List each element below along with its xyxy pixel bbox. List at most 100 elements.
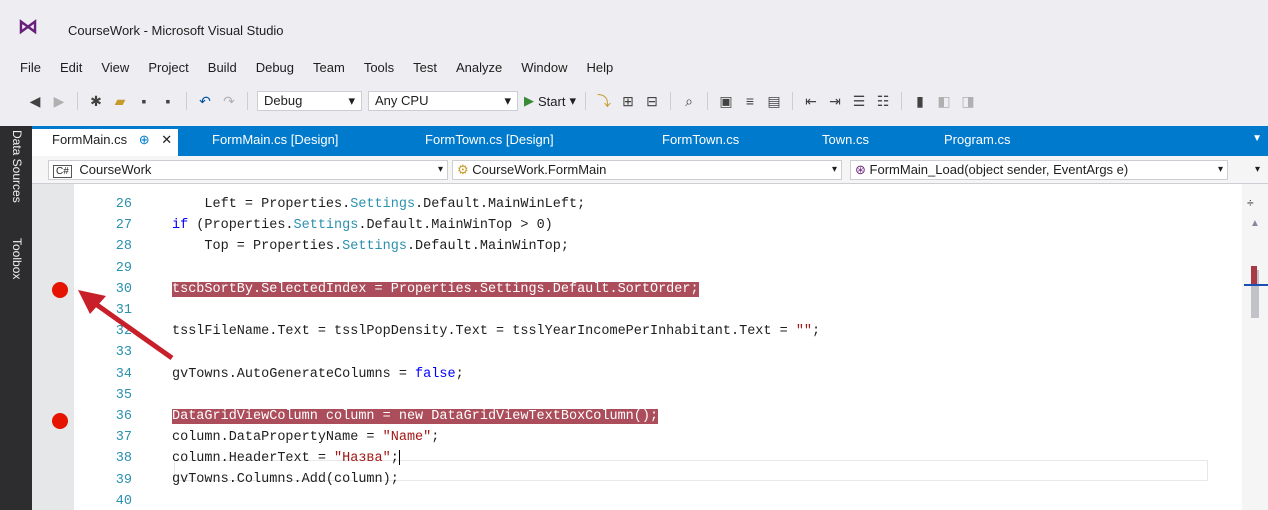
menu-help[interactable]: Help xyxy=(587,60,623,75)
code-line[interactable] xyxy=(172,491,820,510)
side-tool-tabs: Data Sources Toolbox xyxy=(0,126,32,510)
tab-overflow-icon[interactable]: ▼ xyxy=(1252,133,1262,144)
tab-formmain-cs[interactable]: FormMain.cs ⊕ ✕ xyxy=(32,129,179,156)
tab-town-cs[interactable]: Town.cs xyxy=(822,132,869,147)
indent-icon[interactable]: ⇥ xyxy=(826,92,844,110)
menu-window[interactable]: Window xyxy=(521,60,576,75)
play-icon: ▶ xyxy=(524,93,534,108)
code-line[interactable]: Top = Properties.Settings.Default.MainWi… xyxy=(172,236,820,257)
code-line[interactable] xyxy=(172,385,820,406)
close-icon[interactable]: ✕ xyxy=(161,132,172,147)
redo-icon[interactable]: ↷ xyxy=(220,92,238,110)
step-into-icon[interactable]: ⤵ xyxy=(595,92,613,110)
outdent-icon[interactable]: ⇤ xyxy=(802,92,820,110)
visual-studio-logo-icon: ⋈ xyxy=(18,16,38,38)
breakpoint-icon[interactable] xyxy=(52,413,68,429)
code-token: tsslFileName.Text = tsslPopDensity.Text … xyxy=(172,324,796,340)
code-line[interactable]: DataGridViewColumn column = new DataGrid… xyxy=(172,406,820,427)
line-number: 40 xyxy=(115,493,132,509)
tab-formtown-design[interactable]: FormTown.cs [Design] xyxy=(425,132,554,147)
toolbar-separator xyxy=(707,92,708,110)
comment-icon[interactable]: ☰ xyxy=(850,92,868,110)
toolbar-separator xyxy=(670,92,671,110)
tab-formtown-cs[interactable]: FormTown.cs xyxy=(662,132,739,147)
project-select[interactable]: C# CourseWork ▾ xyxy=(48,160,448,180)
navigate-icon[interactable]: ▣ xyxy=(717,92,735,110)
breakpoint-margin[interactable] xyxy=(32,184,74,510)
line-number: 34 xyxy=(115,366,132,382)
code-line[interactable]: gvTowns.Columns.Add(column); xyxy=(172,469,820,490)
code-line[interactable] xyxy=(172,258,820,279)
menu-tools[interactable]: Tools xyxy=(364,60,403,75)
solution-icon[interactable]: ⊞ xyxy=(619,92,637,110)
solution-configuration-select[interactable]: Debug ▾ xyxy=(257,91,362,111)
split-icon[interactable]: ÷ xyxy=(1247,196,1254,210)
menu-team[interactable]: Team xyxy=(313,60,354,75)
save-icon[interactable]: ▪ xyxy=(135,92,153,110)
code-line[interactable]: column.DataPropertyName = "Name"; xyxy=(172,427,820,448)
tab-formmain-design[interactable]: FormMain.cs [Design] xyxy=(212,132,338,147)
code-line[interactable]: gvTowns.AutoGenerateColumns = false; xyxy=(172,364,820,385)
code-line[interactable]: Left = Properties.Settings.Default.MainW… xyxy=(172,194,820,215)
back-icon[interactable]: ◀ xyxy=(26,92,44,110)
menu-project[interactable]: Project xyxy=(148,60,197,75)
menu-build[interactable]: Build xyxy=(208,60,246,75)
tab-label: FormMain.cs xyxy=(52,132,128,147)
code-line[interactable]: tsslFileName.Text = tsslPopDensity.Text … xyxy=(172,321,820,342)
vertical-scrollbar[interactable]: ÷ ▲ xyxy=(1242,184,1268,510)
code-token: tscbSortBy.SelectedIndex = Properties.Se… xyxy=(172,281,699,297)
tab-program-cs[interactable]: Program.cs xyxy=(944,132,1010,147)
line-number: 38 xyxy=(115,451,132,467)
breakpoint-window-icon[interactable]: ⊟ xyxy=(643,92,661,110)
prev-bookmark-icon[interactable]: ◧ xyxy=(935,92,953,110)
data-sources-tab[interactable]: Data Sources xyxy=(10,130,24,203)
menu-analyze[interactable]: Analyze xyxy=(456,60,511,75)
align-icon[interactable]: ≡ xyxy=(741,92,759,110)
code-line[interactable]: tscbSortBy.SelectedIndex = Properties.Se… xyxy=(172,279,820,300)
toolbar-separator xyxy=(585,92,586,110)
code-token: (Properties. xyxy=(188,218,294,234)
title-bar: ⋈ CourseWork - Microsoft Visual Studio xyxy=(0,0,1268,56)
code-token: ; xyxy=(431,430,440,446)
code-line[interactable]: column.HeaderText = "Назва"; xyxy=(172,448,820,469)
member-select[interactable]: ⊛ FormMain_Load(object sender, EventArgs… xyxy=(850,160,1228,180)
chevron-down-icon: ▾ xyxy=(504,93,511,108)
breakpoint-icon[interactable] xyxy=(52,282,68,298)
chevron-down-icon[interactable]: ▾ xyxy=(1255,164,1260,175)
next-bookmark-icon[interactable]: ◨ xyxy=(959,92,977,110)
find-icon[interactable]: ⌕ xyxy=(680,92,698,110)
menu-test[interactable]: Test xyxy=(413,60,446,75)
code-line[interactable]: if (Properties.Settings.Default.MainWinT… xyxy=(172,215,820,236)
scroll-up-icon[interactable]: ▲ xyxy=(1250,218,1260,229)
open-folder-icon[interactable]: ▰ xyxy=(111,92,129,110)
menu-debug[interactable]: Debug xyxy=(256,60,303,75)
uncomment-icon[interactable]: ☷ xyxy=(874,92,892,110)
forward-icon[interactable]: ▶ xyxy=(50,92,68,110)
undo-icon[interactable]: ↶ xyxy=(196,92,214,110)
code-editor[interactable]: 26 27 28 29 30 31 32 33 34 35 36 37 38 39 40 Left = Pr… xyxy=(32,184,1268,510)
code-line[interactable] xyxy=(172,342,820,363)
class-select[interactable]: ⚙ CourseWork.FormMain ▾ xyxy=(452,160,842,180)
code-token: "Назва" xyxy=(334,451,391,467)
menu-edit[interactable]: Edit xyxy=(60,60,91,75)
menu-file[interactable]: File xyxy=(20,60,50,75)
properties-icon[interactable]: ▤ xyxy=(765,92,783,110)
line-number: 35 xyxy=(115,387,132,403)
solution-platform-select[interactable]: Any CPU ▾ xyxy=(368,91,518,111)
menu-bar: File Edit View Project Build Debug Team … xyxy=(0,56,1268,78)
start-button[interactable]: ▶ Start ▾ xyxy=(524,93,576,109)
toolbox-tab[interactable]: Toolbox xyxy=(10,238,24,279)
menu-view[interactable]: View xyxy=(101,60,138,75)
bookmark-icon[interactable]: ▮ xyxy=(911,92,929,110)
code-line[interactable] xyxy=(172,300,820,321)
code-text[interactable]: Left = Properties.Settings.Default.MainW… xyxy=(172,194,820,510)
new-project-icon[interactable]: ✱ xyxy=(87,92,105,110)
code-token: gvTowns.AutoGenerateColumns = xyxy=(172,366,416,382)
code-token: .Default.MainWinTop; xyxy=(406,239,569,255)
code-token: "" xyxy=(795,324,813,340)
save-all-icon[interactable]: ▪ xyxy=(159,92,177,110)
standard-toolbar: ◀ ▶ ✱ ▰ ▪ ▪ ↶ ↷ Debug ▾ Any CPU ▾ ▶ Star… xyxy=(0,88,1268,114)
code-token: column.DataPropertyName = xyxy=(172,430,383,446)
pin-icon[interactable]: ⊕ xyxy=(139,132,150,147)
line-number: 39 xyxy=(115,472,132,488)
